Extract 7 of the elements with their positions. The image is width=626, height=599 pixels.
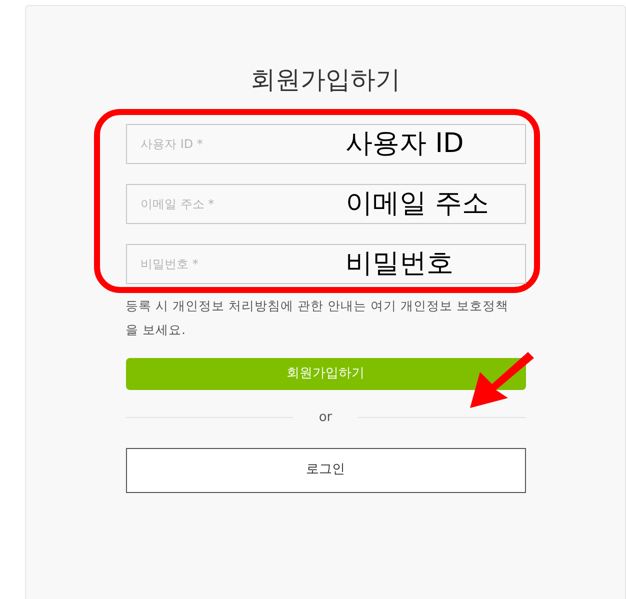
login-button[interactable]: 로그인 bbox=[126, 448, 526, 492]
annotation-label: 비밀번호 bbox=[346, 247, 454, 281]
annotation-label: 이메일 주소 bbox=[346, 187, 490, 221]
privacy-notice: 등록 시 개인정보 처리방침에 관한 안내는 여기 개인정보 보호정책을 보세요. bbox=[126, 297, 510, 339]
divider-text: or bbox=[318, 409, 334, 427]
annotation-label: 사용자 ID bbox=[346, 127, 464, 161]
page-title: 회원가입하기 bbox=[250, 64, 402, 96]
